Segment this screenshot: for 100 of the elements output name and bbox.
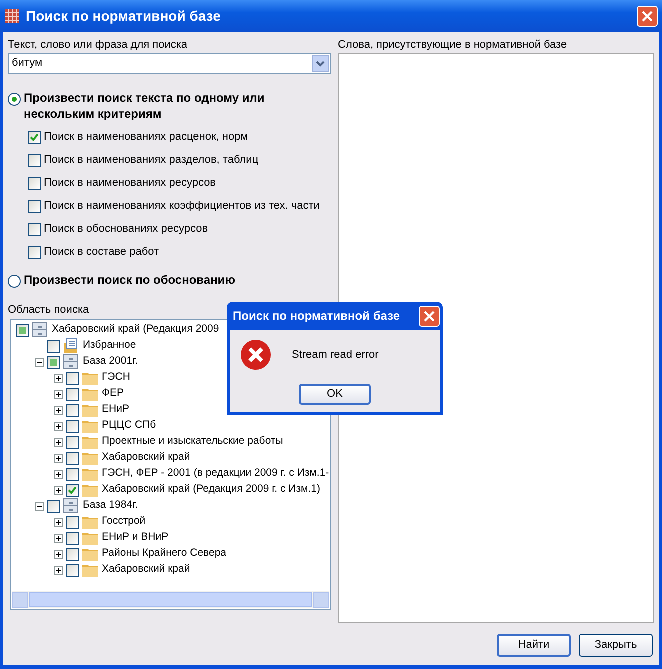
folder-icon [82, 403, 98, 417]
checkbox[interactable] [47, 356, 60, 368]
checkbox[interactable] [66, 548, 79, 560]
checkbox[interactable] [66, 532, 79, 544]
radio-button[interactable] [8, 93, 21, 106]
cabinet-icon [63, 354, 79, 370]
folder-icon [82, 451, 98, 465]
plus-icon [55, 486, 62, 494]
checkbox[interactable] [66, 388, 79, 400]
error-message: Stream read error [292, 348, 379, 363]
checkbox-label: Поиск в наименованиях разделов, таблиц [44, 153, 259, 168]
document-icon [63, 338, 79, 354]
tree-item[interactable]: ГЭСН [102, 370, 130, 386]
close-icon [642, 10, 653, 22]
expand-toggle[interactable] [54, 438, 63, 446]
folder-icon [82, 483, 98, 497]
dropdown-button[interactable] [312, 55, 329, 72]
tree-item[interactable]: Хабаровский край (Редакция 2009 [52, 322, 220, 338]
tree-item[interactable]: Районы Крайнего Севера [102, 546, 227, 562]
radio-button[interactable] [8, 275, 21, 288]
checkbox[interactable] [66, 452, 79, 464]
folder-icon [82, 387, 98, 401]
tree-item[interactable]: Проектные и изыскательские работы [102, 434, 284, 450]
checkbox[interactable] [28, 200, 41, 213]
folder-icon [82, 419, 98, 433]
dialog-button[interactable]: Закрыть [579, 634, 653, 657]
tree-item[interactable]: ЕНиР и ВНиР [102, 530, 169, 546]
checkbox[interactable] [66, 436, 79, 448]
close-icon [424, 310, 435, 322]
checkbox[interactable] [16, 324, 29, 336]
plus-icon [55, 518, 62, 526]
ok-button[interactable]: OK [299, 384, 371, 405]
checkbox[interactable] [28, 223, 41, 236]
expand-toggle[interactable] [54, 454, 63, 462]
dialog-button[interactable]: Найти [497, 634, 571, 657]
plus-icon [55, 566, 62, 574]
plus-icon [55, 454, 62, 462]
tree-item[interactable]: ЕНиР [102, 402, 130, 418]
folder-icon [82, 515, 98, 529]
folder-icon [82, 547, 98, 561]
tree-item[interactable]: Хабаровский край [102, 450, 190, 466]
plus-icon [55, 534, 62, 542]
expand-toggle[interactable] [54, 566, 63, 574]
cabinet-icon [63, 498, 79, 514]
close-button[interactable] [419, 306, 440, 326]
search-field[interactable]: битум [12, 55, 312, 72]
tree-item[interactable]: РЦЦС СПб [102, 418, 156, 434]
folder-icon [82, 435, 98, 449]
tree-item[interactable]: Избранное [83, 338, 136, 354]
checkbox[interactable] [28, 131, 41, 144]
checkbox[interactable] [28, 177, 41, 190]
expand-toggle[interactable] [54, 470, 63, 478]
cabinet-icon [32, 322, 48, 338]
expand-toggle[interactable] [54, 518, 63, 526]
collapse-toggle[interactable] [35, 358, 44, 366]
expand-toggle[interactable] [54, 486, 63, 494]
expand-toggle[interactable] [54, 422, 63, 430]
tree-item[interactable]: Госстрой [102, 514, 146, 530]
checkbox[interactable] [28, 246, 41, 259]
panel-label: Слова, присутствующие в нормативной базе [338, 39, 568, 51]
checkbox-label: Поиск в составе работ [44, 245, 160, 260]
dialog-title: Поиск по нормативной базе [233, 308, 402, 325]
checkbox-label: Поиск в наименованиях расценок, норм [44, 130, 248, 146]
checkbox[interactable] [47, 500, 60, 512]
checkbox[interactable] [66, 564, 79, 576]
checkbox-label: Поиск в обоснованиях ресурсов [44, 222, 208, 238]
expand-toggle[interactable] [54, 374, 63, 382]
checkbox[interactable] [66, 372, 79, 384]
expand-toggle[interactable] [54, 406, 63, 414]
horizontal-scrollbar[interactable] [12, 591, 329, 608]
tree-item[interactable]: Хабаровский край [102, 562, 190, 578]
collapse-toggle[interactable] [35, 502, 44, 510]
close-button[interactable] [637, 6, 658, 26]
tree-item[interactable]: ГЭСН, ФЕР - 2001 (в редакции 2009 г. с Изм.1- [102, 466, 330, 482]
checkbox[interactable] [66, 516, 79, 528]
plus-icon [55, 390, 62, 398]
plus-icon [55, 406, 62, 414]
checkbox[interactable] [66, 420, 79, 432]
checkbox[interactable] [28, 154, 41, 167]
radio-label: Произвести поиск текста по одному или нескольким критериям [24, 90, 266, 122]
tree-item[interactable]: Хабаровский край (Редакция 2009 г. с Изм.1) [102, 482, 320, 498]
tree-item[interactable]: База 1984г. [83, 498, 138, 514]
expand-toggle[interactable] [54, 534, 63, 542]
combo-box[interactable]: битум [8, 53, 331, 74]
radio-label: Произвести поиск по обоснованию [24, 272, 236, 288]
checkbox[interactable] [66, 404, 79, 416]
section-label: Область поиска [8, 304, 90, 316]
window-title: Поиск по нормативной базе [26, 6, 222, 26]
plus-icon [55, 374, 62, 382]
tree-item[interactable]: ФЕР [102, 386, 124, 402]
error-icon [240, 339, 272, 371]
folder-icon [82, 371, 98, 385]
tree-item[interactable]: База 2001г. [83, 354, 138, 370]
checkbox[interactable] [47, 340, 60, 352]
checkbox[interactable] [66, 484, 79, 496]
expand-toggle[interactable] [54, 390, 63, 398]
checkbox[interactable] [66, 468, 79, 480]
expand-toggle[interactable] [54, 550, 63, 558]
plus-icon [55, 438, 62, 446]
plus-icon [55, 470, 62, 478]
